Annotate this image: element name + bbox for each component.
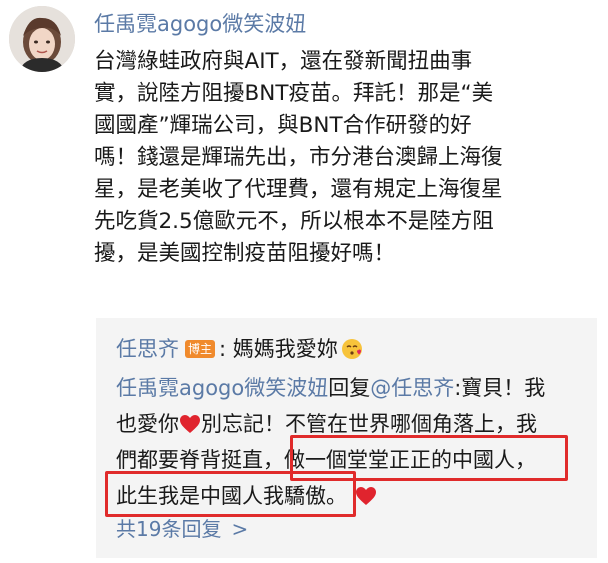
reply-text: 別忘記！不管在世界哪個角落上，我	[201, 412, 537, 436]
reply-item[interactable]: 任思齐 博主: 媽媽我愛妳	[116, 334, 364, 364]
reply-text: :寶貝！我	[454, 376, 546, 400]
reply-text: 們都要脊背挺直，	[116, 448, 284, 472]
comment-line: 擾，是美國控制疫苗阻擾好嗎！	[94, 241, 396, 266]
red-heart-icon	[179, 409, 201, 433]
more-replies-label: 共19条回复	[116, 517, 222, 541]
comment-line: 台灣綠蛙政府與AIT，還在發新聞扭曲事	[94, 49, 473, 74]
chevron-right-icon: >	[231, 517, 249, 541]
mention-link[interactable]: @任思齐	[370, 376, 454, 400]
comment-line: 國國產”輝瑞公司，與BNT合作研發的好	[94, 113, 472, 138]
reply-line: 任禹霓agogo微笑波妞回复@任思齐:寶貝！我	[116, 370, 586, 406]
comment-body: 台灣綠蛙政府與AIT，還在發新聞扭曲事 實，說陸方阻擾BNT疫苗。拜託！那是“美…	[94, 46, 594, 270]
reply-word: 回复	[328, 376, 371, 400]
comment-author[interactable]: 任禹霓agogo微笑波妞	[94, 10, 306, 38]
reply-author[interactable]: 任思齐	[116, 337, 179, 361]
comment-line: 先吃貨2.5億歐元不，所以根本不是陸方阻	[94, 209, 494, 234]
reply-text: : 媽媽我愛妳	[219, 337, 338, 361]
view-more-replies-link[interactable]: 共19条回复 >	[116, 514, 248, 544]
comment-line: 星，是老美收了代理費，還有規定上海復星	[94, 177, 503, 202]
comment-line: 實，說陸方阻擾BNT疫苗。拜託！那是“美	[94, 81, 494, 106]
kissing-heart-emoji-icon	[341, 338, 364, 360]
reply-text: 也愛你	[116, 412, 179, 436]
author-badge: 博主	[185, 340, 216, 358]
highlight-box	[105, 471, 356, 517]
avatar[interactable]	[9, 6, 75, 72]
avatar-photo-icon	[9, 6, 75, 72]
red-heart-icon	[355, 481, 377, 505]
comment-line: 嗎！錢還是輝瑞先出，市分港台澳歸上海復	[94, 145, 503, 170]
reply-author[interactable]: 任禹霓agogo微笑波妞	[116, 376, 328, 400]
